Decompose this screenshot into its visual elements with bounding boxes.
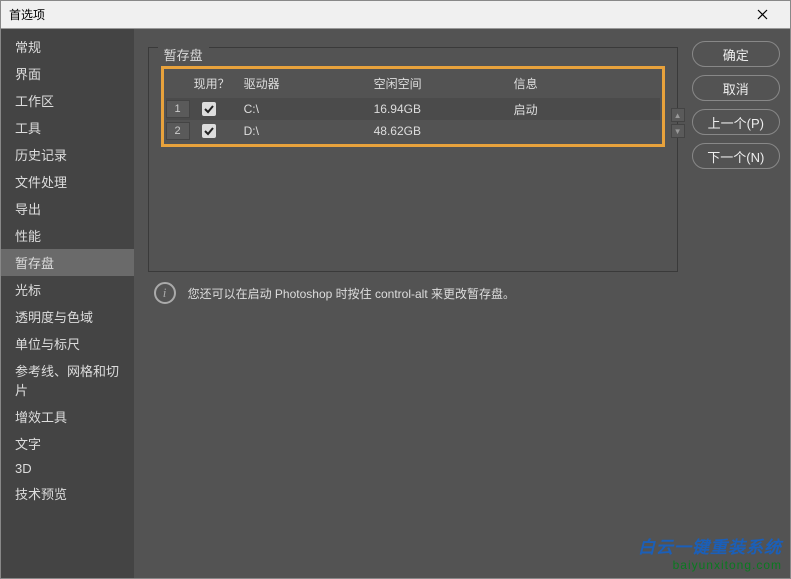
watermark: 白云一键重装系统 baiyunxitong.com [638, 533, 782, 572]
row-info: 启动 [514, 101, 660, 118]
sidebar-item-export[interactable]: 导出 [1, 195, 134, 222]
prev-button[interactable]: 上一个(P) [692, 109, 780, 135]
row-space: 16.94GB [374, 102, 514, 116]
sidebar-item-type[interactable]: 文字 [1, 430, 134, 457]
active-checkbox[interactable] [202, 124, 216, 138]
cancel-button[interactable]: 取消 [692, 75, 780, 101]
sidebar-item-units[interactable]: 单位与标尺 [1, 330, 134, 357]
active-checkbox[interactable] [202, 102, 216, 116]
sidebar-item-scratchdisks[interactable]: 暂存盘 [1, 249, 134, 276]
dialog-buttons: 确定 取消 上一个(P) 下一个(N) [692, 29, 790, 578]
sidebar-item-general[interactable]: 常规 [1, 33, 134, 60]
header-space: 空闲空间 [374, 75, 514, 92]
next-button[interactable]: 下一个(N) [692, 143, 780, 169]
sidebar-item-tools[interactable]: 工具 [1, 114, 134, 141]
close-icon [757, 9, 768, 20]
table-row[interactable]: 1 C:\ 16.94GB 启动 [166, 98, 660, 120]
table-row[interactable]: 2 D:\ 48.62GB [166, 120, 660, 142]
sidebar-item-interface[interactable]: 界面 [1, 60, 134, 87]
hint-text: 您还可以在启动 Photoshop 时按住 control-alt 来更改暂存盘… [188, 285, 515, 302]
sidebar-item-plugins[interactable]: 增效工具 [1, 403, 134, 430]
watermark-brand: 白云一键重装系统 [638, 533, 782, 558]
sidebar-item-filehandling[interactable]: 文件处理 [1, 168, 134, 195]
watermark-url: baiyunxitong.com [638, 558, 782, 572]
move-down-button[interactable]: ▼ [671, 124, 685, 138]
sidebar-item-3d[interactable]: 3D [1, 457, 134, 480]
sidebar-item-techpreview[interactable]: 技术预览 [1, 480, 134, 507]
sidebar-item-transparency[interactable]: 透明度与色域 [1, 303, 134, 330]
row-number: 1 [166, 100, 190, 118]
header-drive: 驱动器 [244, 75, 374, 92]
sidebar-item-performance[interactable]: 性能 [1, 222, 134, 249]
panel-title: 暂存盘 [158, 45, 209, 64]
sidebar-item-guides[interactable]: 参考线、网格和切片 [1, 357, 134, 403]
row-space: 48.62GB [374, 124, 514, 138]
sidebar-item-cursors[interactable]: 光标 [1, 276, 134, 303]
chevron-down-icon: ▼ [674, 127, 682, 136]
titlebar: 首选项 [1, 1, 790, 29]
info-icon: i [154, 282, 176, 304]
check-icon [203, 125, 215, 137]
main-area: 暂存盘 现用？ 驱动器 空闲空间 信息 1 [134, 29, 692, 578]
scratch-disk-table: 现用？ 驱动器 空闲空间 信息 1 C:\ [166, 71, 660, 142]
window-title: 首选项 [9, 6, 742, 23]
close-button[interactable] [742, 2, 782, 28]
move-up-button[interactable]: ▲ [671, 108, 685, 122]
check-icon [203, 103, 215, 115]
sidebar: 常规 界面 工作区 工具 历史记录 文件处理 导出 性能 暂存盘 光标 透明度与… [1, 29, 134, 578]
table-header-row: 现用？ 驱动器 空闲空间 信息 [166, 71, 660, 98]
header-info: 信息 [514, 75, 660, 92]
sidebar-item-workspace[interactable]: 工作区 [1, 87, 134, 114]
row-drive: C:\ [244, 102, 374, 116]
sidebar-item-history[interactable]: 历史记录 [1, 141, 134, 168]
chevron-up-icon: ▲ [674, 111, 682, 120]
row-drive: D:\ [244, 124, 374, 138]
row-number: 2 [166, 122, 190, 140]
ok-button[interactable]: 确定 [692, 41, 780, 67]
highlight-annotation: 现用？ 驱动器 空闲空间 信息 1 C:\ [161, 66, 665, 147]
header-active: 现用？ [194, 75, 244, 92]
